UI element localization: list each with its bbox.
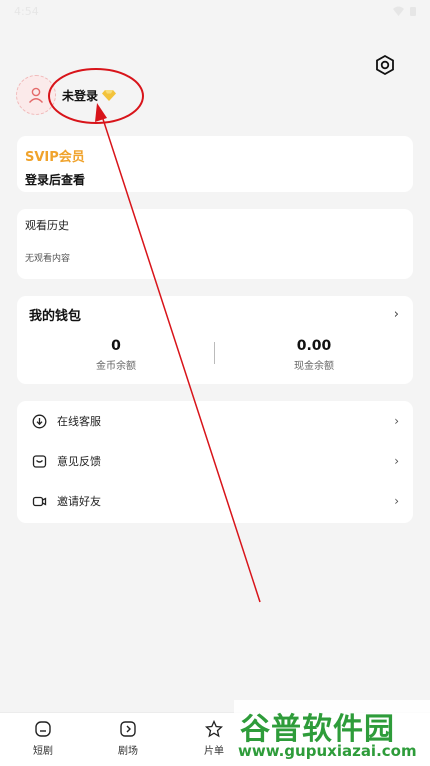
chevron-right-icon: › [393, 307, 399, 322]
watermark-url: www.gupuxiazai.com [238, 742, 417, 760]
play-square-icon [98, 719, 158, 739]
watermark-logo: 谷普软件园 www.gupuxiazai.com [234, 700, 430, 766]
cash-balance[interactable]: 0.00 现金余额 [215, 338, 413, 372]
tab-theater[interactable]: 剧场 [98, 719, 158, 757]
menu-card: 在线客服 › 意见反馈 › 邀请好友 › [17, 401, 413, 523]
menu-item-label: 意见反馈 [57, 455, 101, 468]
watch-history-empty: 无观看内容 [25, 254, 71, 264]
status-bar: 4:54 [0, 0, 430, 22]
chevron-right-icon: › [394, 414, 399, 428]
svip-subtitle: 登录后查看 [25, 173, 86, 187]
chevron-right-icon: › [394, 494, 399, 508]
vip-diamond-icon [102, 89, 117, 101]
coin-balance[interactable]: 0 金币余额 [17, 338, 215, 372]
cash-balance-value: 0.00 [296, 338, 332, 354]
video-camera-icon [31, 493, 47, 509]
status-icons [393, 6, 416, 16]
cash-balance-label: 现金余额 [294, 361, 334, 372]
coin-balance-value: 0 [111, 338, 121, 354]
tab-label: 短剧 [33, 746, 53, 757]
status-time: 4:54 [14, 4, 39, 18]
gear-icon [376, 55, 394, 75]
menu-item-invite-friends[interactable]: 邀请好友 › [17, 481, 413, 521]
wallet-header[interactable]: 我的钱包 › [29, 305, 399, 324]
tab-short-drama[interactable]: 短剧 [13, 719, 73, 757]
svip-card[interactable]: SVIP会员 登录后查看 [17, 136, 413, 192]
chevron-right-icon: › [394, 454, 399, 468]
avatar[interactable] [16, 75, 56, 115]
svip-title: SVIP会员 [25, 150, 85, 165]
settings-button[interactable] [372, 52, 398, 78]
wifi-icon [393, 6, 404, 16]
menu-item-feedback[interactable]: 意见反馈 › [17, 441, 413, 481]
wallet-title: 我的钱包 [29, 309, 82, 324]
login-status-text[interactable]: 未登录 [62, 87, 98, 104]
user-icon [28, 87, 44, 103]
tab-label: 剧场 [118, 746, 138, 757]
menu-item-customer-service[interactable]: 在线客服 › [17, 401, 413, 441]
watch-history-card[interactable]: 观看历史 无观看内容 [17, 209, 413, 279]
download-circle-icon [31, 413, 47, 429]
coin-balance-label: 金币余额 [96, 361, 136, 372]
watch-history-title: 观看历史 [25, 219, 69, 232]
home-icon [13, 719, 73, 739]
menu-item-label: 在线客服 [57, 415, 101, 428]
message-box-icon [31, 453, 47, 469]
menu-item-label: 邀请好友 [57, 495, 101, 508]
battery-icon [410, 7, 416, 16]
profile-header[interactable]: 未登录 [16, 75, 117, 115]
wallet-card[interactable]: 我的钱包 › 0 金币余额 0.00 现金余额 [17, 296, 413, 384]
